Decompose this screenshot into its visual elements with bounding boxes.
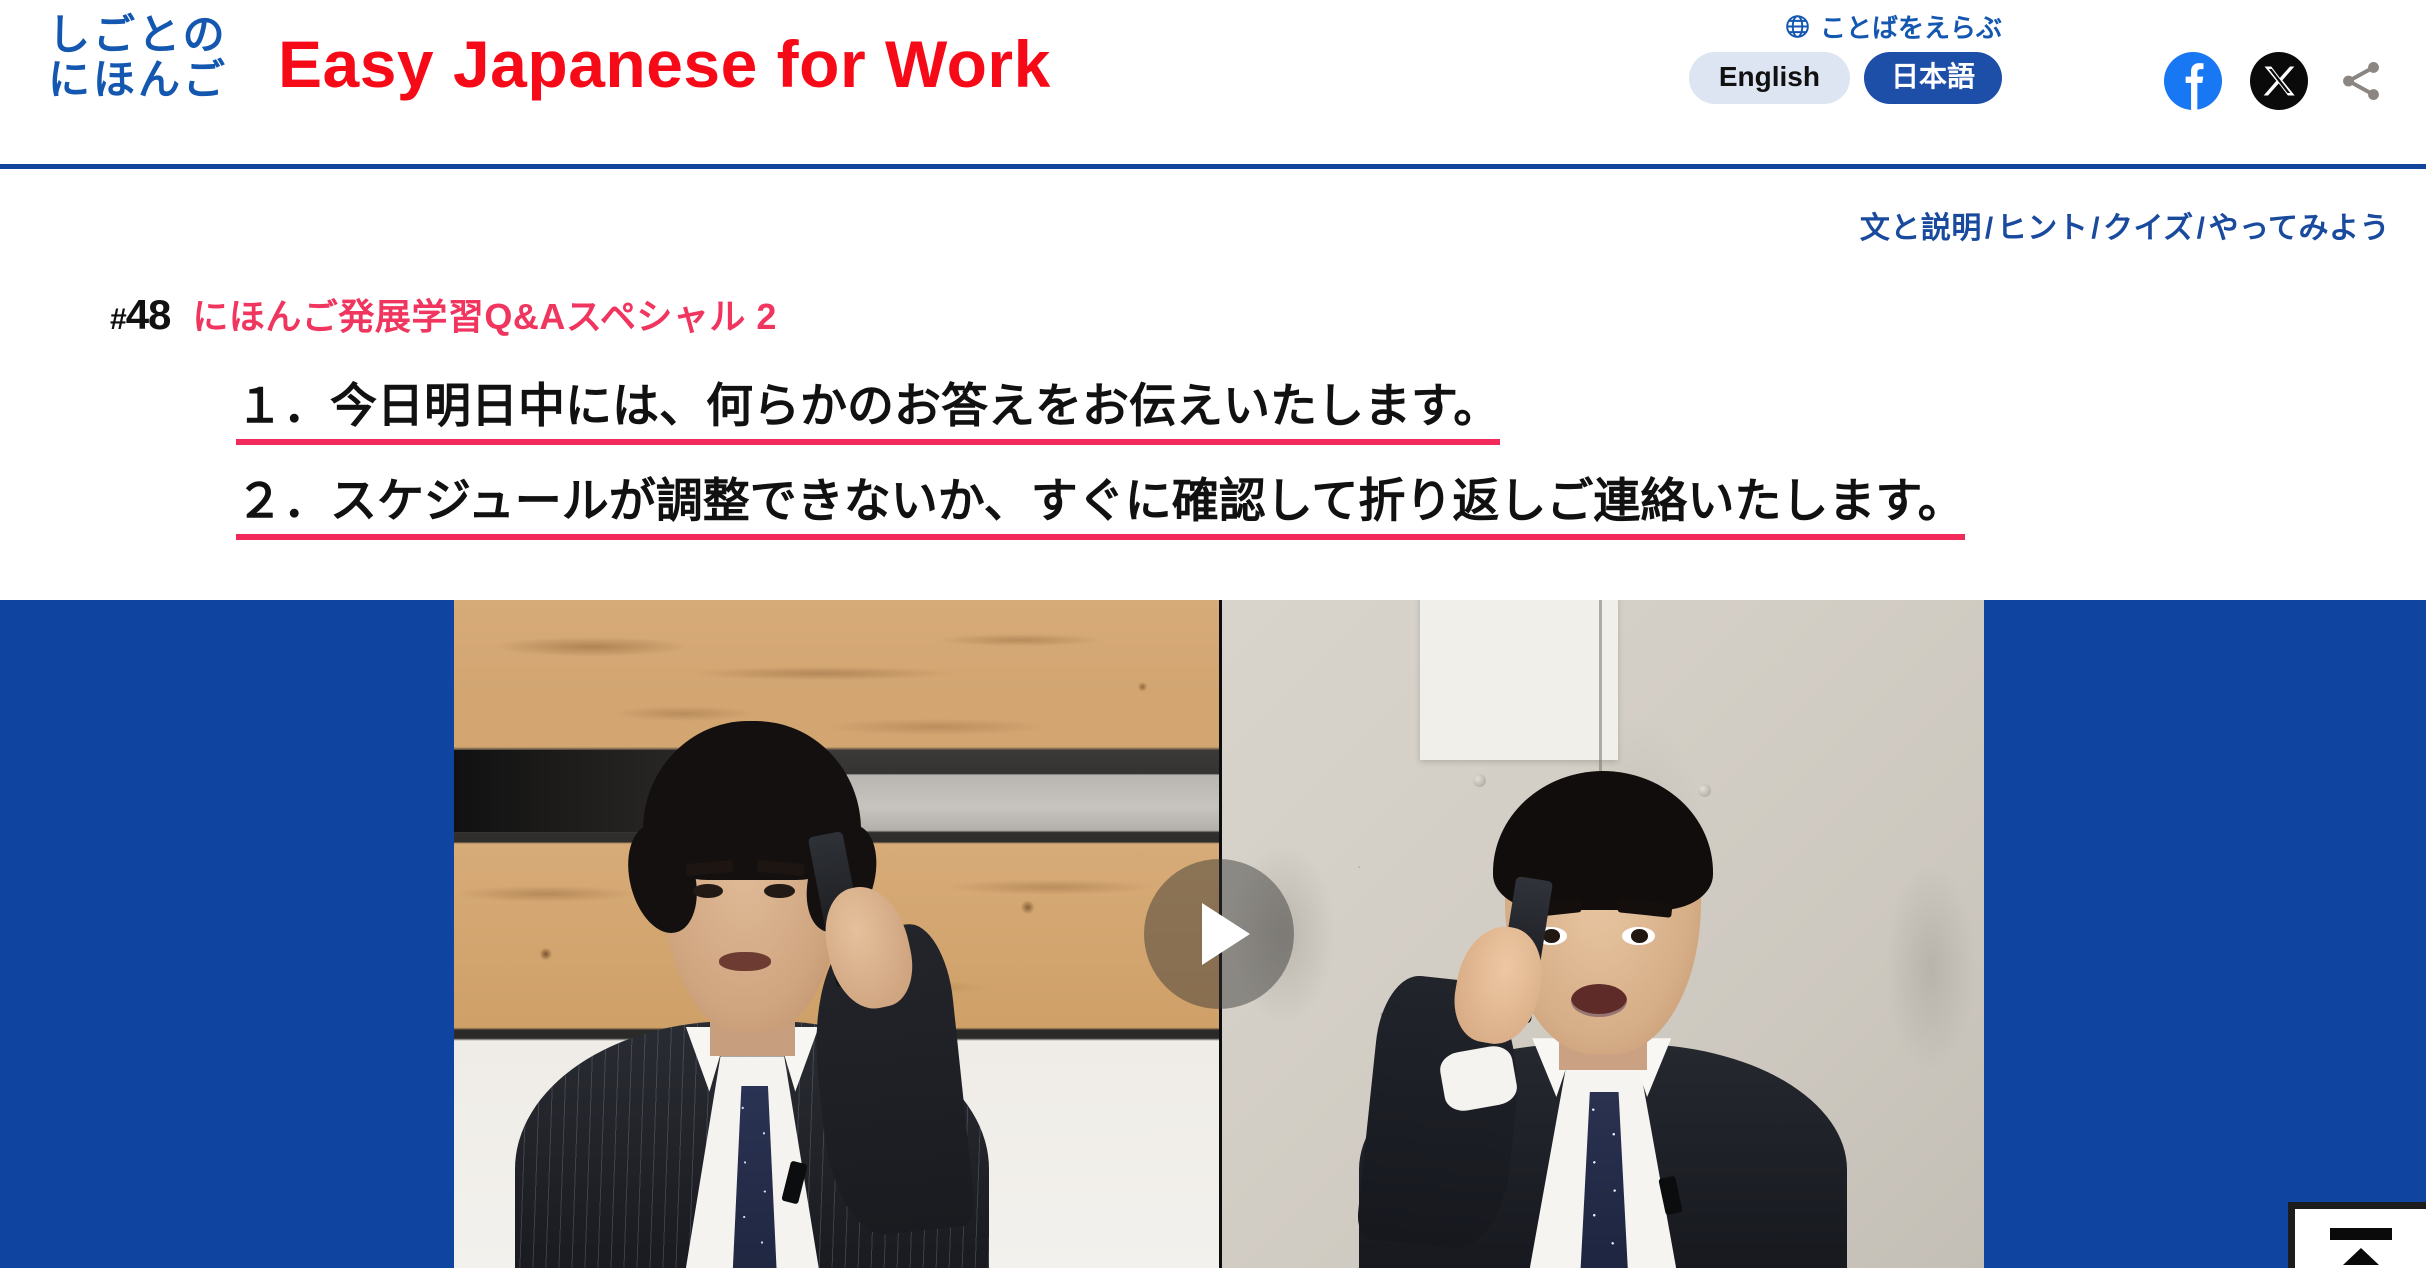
- person-left: [515, 680, 990, 1268]
- header-divider: [0, 164, 2426, 169]
- globe-icon: [1784, 13, 1811, 40]
- breadcrumb-separator-1: /: [1984, 212, 1994, 245]
- language-toggle-group: English 日本語: [1688, 52, 2002, 104]
- episode-heading: #48 にほんご発展学習Q&Aスペシャル 2: [110, 288, 777, 340]
- episode-number: #48: [110, 291, 172, 339]
- scroll-to-top-bar: [2329, 1228, 2392, 1240]
- breadcrumb-item-quiz[interactable]: クイズ: [2103, 212, 2194, 245]
- episode-hash: #: [110, 303, 127, 336]
- facebook-icon[interactable]: [2164, 52, 2222, 115]
- social-links: [2164, 52, 2386, 115]
- play-button[interactable]: [1144, 859, 1294, 1009]
- site-logo[interactable]: しごとの にほんご: [48, 12, 256, 103]
- person-left-eye-left: [693, 883, 724, 898]
- breadcrumb-item-bun-to-setsumei[interactable]: 文と説明: [1860, 212, 1982, 245]
- breadcrumb-item-yattemiyou[interactable]: やってみよう: [2209, 212, 2391, 245]
- person-right-mouth: [1571, 983, 1628, 1017]
- sentence-2: ２．スケジュールが調整できないか、すぐに確認して折り返しご連絡いたします。: [236, 471, 1965, 541]
- video-player[interactable]: [454, 600, 1984, 1268]
- lang-button-english[interactable]: English: [1688, 52, 1850, 104]
- site-title: Easy Japanese for Work: [278, 27, 1051, 101]
- logo-line-2: にほんご: [48, 56, 229, 104]
- scroll-to-top-button[interactable]: [2288, 1202, 2426, 1268]
- person-right: [1355, 734, 1847, 1268]
- video-panel-right: [1219, 600, 1984, 1268]
- person-right-eye-right: [1622, 926, 1655, 945]
- video-section: [0, 600, 2426, 1268]
- lang-button-japanese[interactable]: 日本語: [1863, 52, 2002, 104]
- sentence-row-1: １．今日明日中には、何らかのお答えをお伝えいたします。: [236, 376, 1965, 446]
- sentence-1: １．今日明日中には、何らかのお答えをお伝えいたします。: [236, 376, 1501, 446]
- episode-title: にほんご発展学習Q&Aスペシャル 2: [192, 296, 777, 337]
- share-icon[interactable]: [2336, 56, 2386, 111]
- breadcrumb: 文と説明 / ヒント / クイズ / やってみよう: [1860, 203, 2390, 247]
- video-panel-left: [454, 600, 1219, 1268]
- person-left-mouth: [719, 951, 772, 972]
- play-icon: [1202, 903, 1250, 965]
- language-chooser-label: ことばをえらぶ: [1784, 8, 2002, 45]
- sentence-row-2: ２．スケジュールが調整できないか、すぐに確認して折り返しご連絡いたします。: [236, 471, 1965, 541]
- scroll-to-top-caret-icon: [2342, 1248, 2379, 1265]
- logo-line-1: しごとの: [48, 11, 228, 58]
- x-twitter-icon[interactable]: [2250, 52, 2308, 115]
- episode-number-value: 48: [125, 291, 172, 338]
- breadcrumb-separator-3: /: [2196, 212, 2206, 245]
- breadcrumb-separator-2: /: [2091, 212, 2101, 245]
- person-left-eye-right: [764, 883, 795, 898]
- page-root: しごとの にほんご Easy Japanese for Work ことばをえらぶ…: [0, 0, 2426, 1268]
- site-header: しごとの にほんご Easy Japanese for Work ことばをえらぶ…: [0, 0, 2426, 169]
- sentence-list: １．今日明日中には、何らかのお答えをお伝えいたします。 ２．スケジュールが調整で…: [236, 376, 1965, 566]
- language-chooser-text: ことばをえらぶ: [1819, 13, 2002, 43]
- breadcrumb-item-hint[interactable]: ヒント: [1997, 212, 2089, 245]
